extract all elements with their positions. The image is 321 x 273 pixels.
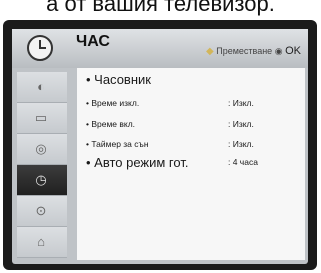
ok-hint-label: OK: [285, 45, 301, 57]
menu-item-label: • Авто режим гот.: [86, 155, 189, 170]
menu-title: ЧАС: [76, 33, 110, 50]
navigation-hint: ◆ Преместване ◉ OK: [206, 45, 301, 57]
sidebar-item-lock[interactable]: ⊙: [17, 196, 67, 227]
clock-icon: ◷: [35, 172, 47, 187]
menu-item-value: : Изкл.: [228, 139, 254, 149]
ok-button-icon: ◉: [274, 46, 283, 56]
toolbox-icon: ⌂: [37, 234, 45, 249]
menu-item-auto-standby[interactable]: • Авто режим гот. : 4 часа: [86, 155, 258, 170]
sidebar-item-picture[interactable]: ◐: [17, 72, 67, 103]
menu-item-off-time[interactable]: • Време изкл. : Изкл.: [86, 98, 254, 108]
menu-item-on-time[interactable]: • Време вкл. : Изкл.: [86, 119, 254, 129]
screen-icon: ▭: [34, 110, 48, 125]
sidebar-item-options[interactable]: ⌂: [17, 227, 67, 258]
lock-icon: ⊙: [35, 203, 47, 218]
menu-item-sleep-timer[interactable]: • Таймер за сън : Изкл.: [86, 139, 254, 149]
menu-item-label: • Време вкл.: [86, 119, 136, 129]
sidebar-item-screen[interactable]: ▭: [17, 103, 67, 134]
menu-item-label: • Таймер за сън: [86, 139, 149, 149]
menu-item-value: : Изкл.: [228, 119, 254, 129]
picture-icon: ◐: [37, 79, 45, 94]
move-hint-label: Преместване: [216, 46, 273, 56]
menu-item-value: : Изкл.: [228, 98, 254, 108]
sidebar-item-disc[interactable]: ◎: [17, 134, 67, 165]
menu-item-label: • Часовник: [86, 72, 151, 87]
menu-item-clock[interactable]: • Часовник: [86, 72, 151, 87]
move-arrows-icon: ◆: [206, 46, 214, 57]
page-caption: а от вашия телевизор.: [46, 0, 275, 16]
menu-item-value: : 4 часа: [228, 157, 258, 167]
sidebar-item-time[interactable]: ◷: [17, 165, 67, 196]
clock-icon: [27, 35, 53, 61]
disc-icon: ◎: [35, 141, 47, 156]
menu-item-label: • Време изкл.: [86, 98, 140, 108]
category-sidebar: ◐ ▭ ◎ ◷ ⊙ ⌂: [17, 72, 67, 260]
